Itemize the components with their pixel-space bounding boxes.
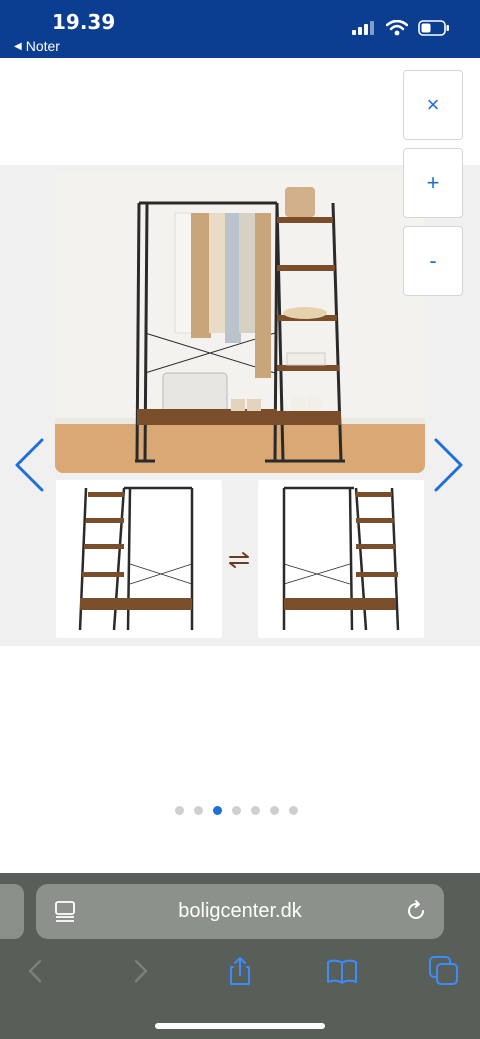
status-time: 19.39 (52, 10, 116, 34)
plus-icon: + (426, 170, 440, 195)
signal-icon (352, 21, 374, 35)
thumbnail-left-orientation[interactable] (56, 480, 222, 638)
status-icons (352, 20, 450, 36)
back-to-app-link[interactable]: ◀ Noter (14, 38, 60, 54)
pagination-dot[interactable] (251, 806, 260, 815)
back-triangle-icon: ◀ (14, 40, 22, 52)
zoom-in-button[interactable]: + (403, 148, 463, 218)
pagination-dot[interactable] (194, 806, 203, 815)
chevron-left-icon[interactable] (12, 437, 46, 493)
reload-icon[interactable] (404, 899, 428, 923)
forward-chevron-icon[interactable] (124, 955, 156, 987)
zoom-out-button[interactable]: - (403, 226, 463, 296)
pagination-dots (175, 806, 298, 815)
home-indicator (155, 1023, 325, 1029)
pagination-dot[interactable] (175, 806, 184, 815)
clothes-rack-photo (55, 173, 425, 473)
screen: 19.39 ◀ Noter × + - boligcenter.dk (0, 0, 480, 1039)
main-product-image[interactable] (55, 173, 425, 473)
close-button[interactable]: × (403, 70, 463, 140)
book-icon[interactable] (326, 955, 358, 987)
pagination-dot[interactable] (270, 806, 279, 815)
share-icon[interactable] (224, 955, 256, 987)
swap-arrows-icon (229, 552, 249, 568)
pagination-dot[interactable] (232, 806, 241, 815)
back-app-label: Noter (25, 38, 60, 54)
pagination-dot[interactable] (289, 806, 298, 815)
rack-left-orientation-drawing (78, 486, 194, 631)
tabs-icon[interactable] (428, 955, 460, 987)
url-text: boligcenter.dk (178, 900, 302, 922)
rack-right-orientation-drawing (282, 486, 400, 631)
chevron-right-icon[interactable] (432, 437, 466, 493)
back-chevron-icon[interactable] (20, 955, 52, 987)
status-bar: 19.39 ◀ Noter (0, 0, 480, 58)
close-icon: × (426, 92, 440, 117)
address-bar[interactable]: boligcenter.dk (36, 884, 444, 939)
battery-icon (418, 20, 449, 36)
minus-icon: - (429, 248, 437, 273)
wifi-icon (386, 20, 408, 36)
pagination-dot[interactable] (213, 806, 222, 815)
thumbnail-right-orientation[interactable] (258, 480, 424, 638)
previous-tab-stub[interactable] (0, 884, 24, 939)
